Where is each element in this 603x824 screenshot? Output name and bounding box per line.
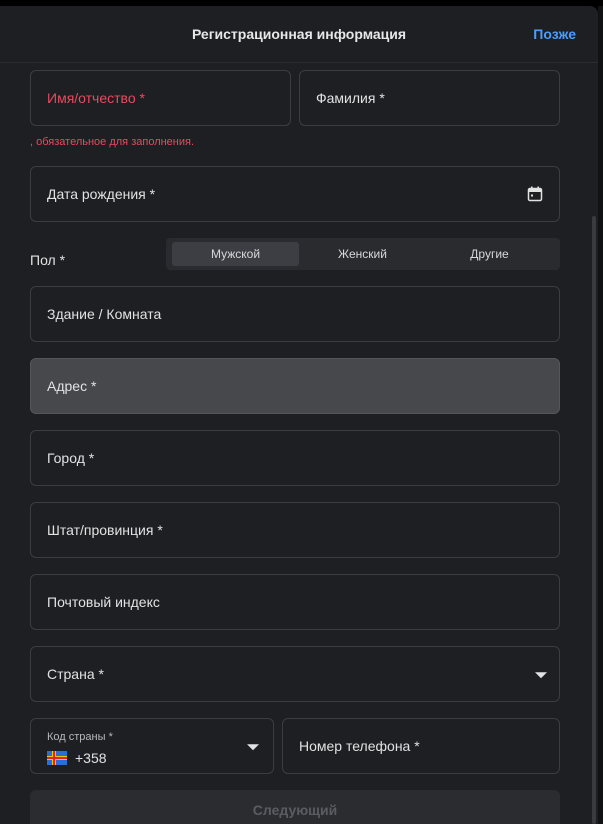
building-field[interactable]: Здание / Комната [30,286,560,342]
address-label: Адрес * [47,378,97,394]
gender-option-female[interactable]: Женский [299,242,426,266]
phone-label: Номер телефона * [299,738,420,754]
chevron-down-icon [247,744,259,751]
calendar-icon[interactable] [527,186,543,202]
chevron-down-icon [535,672,547,679]
first-name-label: Имя/отчество * [47,90,145,106]
country-code-value: +358 [75,750,107,766]
modal-header: Регистрационная информация Позже [0,6,598,63]
scrollbar[interactable] [592,216,596,824]
country-code-select[interactable]: Код страны * +358 [30,718,274,774]
first-name-error: , обязательное для заполнения. [30,136,195,148]
gender-label: Пол * [30,252,66,268]
next-button[interactable]: Следующий [30,790,560,824]
last-name-label: Фамилия * [316,90,385,106]
modal-title: Регистрационная информация [191,26,407,42]
postal-code-label: Почтовый индекс [47,594,160,610]
state-field[interactable]: Штат/провинция * [30,502,560,558]
birth-date-label: Дата рождения * [47,186,156,202]
window-edge [598,6,603,824]
phone-field[interactable]: Номер телефона * [282,718,560,774]
country-label: Страна * [47,666,104,682]
gender-option-other[interactable]: Другие [426,242,553,266]
aland-flag-icon [47,751,67,765]
birth-date-field[interactable]: Дата рождения * [30,166,560,222]
state-label: Штат/провинция * [47,522,163,538]
country-select[interactable]: Страна * [30,646,560,702]
city-label: Город * [47,450,95,466]
gender-option-male[interactable]: Мужской [172,242,299,266]
country-code-label: Код страны * [47,731,113,743]
city-field[interactable]: Город * [30,430,560,486]
later-button[interactable]: Позже [533,26,576,42]
building-label: Здание / Комната [47,306,162,322]
registration-modal: Регистрационная информация Позже Имя/отч… [0,6,598,824]
postal-code-field[interactable]: Почтовый индекс [30,574,560,630]
address-field[interactable]: Адрес * [30,358,560,414]
gender-selector: Мужской Женский Другие [166,238,560,270]
first-name-field[interactable]: Имя/отчество * [30,70,291,126]
last-name-field[interactable]: Фамилия * [299,70,560,126]
